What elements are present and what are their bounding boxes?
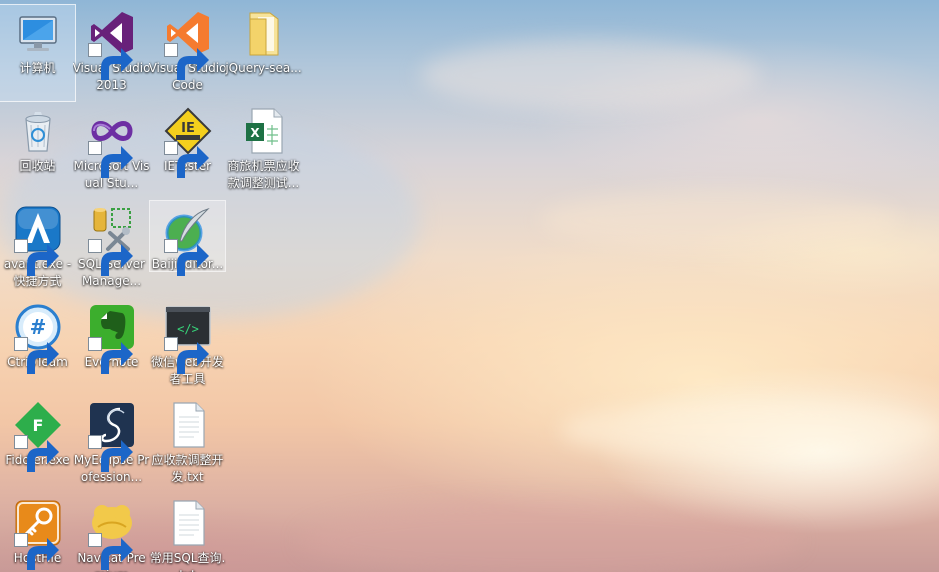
desktop-icon-myeclipse[interactable]: MyEclipse Profession... [74,397,149,493]
shortcut-arrow-icon [87,533,133,570]
shortcut-arrow-icon [163,141,209,178]
shortcut-arrow-icon [87,43,133,80]
shortcut-arrow-icon [163,239,209,276]
desktop-icon-wechat-devtools[interactable]: </> 微信web开发者工具 [150,299,225,395]
shortcut-arrow-icon [13,533,59,570]
wallpaper-cloud [540,190,900,250]
desktop-icon-label: 商旅机票应收款调整测试... [227,159,300,190]
shortcut-arrow-icon [87,141,133,178]
desktop-icon-label: 常用SQL查询.txt [149,551,226,572]
desktop-icon-fiddler[interactable]: F Fiddler.exe [0,397,75,493]
desktop-icon-computer[interactable]: 计算机 [0,4,76,102]
desktop-icon-visual-studio-2013[interactable]: Visual Studio 2013 [73,5,150,101]
shortcut-arrow-icon [13,337,59,374]
shortcut-arrow-icon [87,337,133,374]
recycle-bin-icon [24,112,51,152]
desktop-icon-jquery-folder[interactable]: jQuery-sea... [225,5,302,101]
desktop-icon-sql-txt-file[interactable]: 常用SQL查询.txt [150,495,225,572]
svg-text:IE: IE [181,121,195,136]
shortcut-arrow-icon [87,239,133,276]
desktop-icon-vscode[interactable]: Visual Studio Code [149,5,226,101]
desktop-icon-microsoft-visual-studio[interactable]: Microsoft Visual Stu... [74,103,149,199]
shortcut-arrow-icon [163,337,209,374]
wallpaper-cloud [420,40,760,110]
desktop-icon-evernote[interactable]: Evernote [74,299,149,395]
desktop-icon-recycle-bin[interactable]: 回收站 [0,103,75,199]
wallpaper-cloud [300,500,800,572]
desktop[interactable]: 计算机 回收站 avant.exe - 快捷方式 # CtripTeam F F… [0,0,939,572]
desktop-icon-ietester[interactable]: IE IETester [150,103,225,199]
desktop-icon-navicat[interactable]: Navicat Premium [74,495,149,572]
desktop-icon-ctripteam[interactable]: # CtripTeam [0,299,75,395]
desktop-icon-hostfile[interactable]: HostFile [0,495,75,572]
computer-icon [18,16,57,51]
shortcut-arrow-icon [87,435,133,472]
excel-file-icon: X [245,108,283,154]
desktop-icon-label: 计算机 [19,61,56,75]
desktop-icon-baiji-editor[interactable]: BaijiEditor... [149,200,226,276]
desktop-icon-avant[interactable]: avant.exe - 快捷方式 [0,201,75,297]
desktop-icon-sql-server[interactable]: SQL Server Manage... [74,201,149,297]
desktop-icon-txt-file[interactable]: 应收款调整开发.txt [150,397,225,493]
shortcut-arrow-icon [13,239,59,276]
text-file-icon [172,500,205,546]
svg-text:#: # [29,315,46,339]
desktop-icon-label: 回收站 [19,159,56,173]
desktop-icon-label: 应收款调整开发.txt [151,453,224,484]
svg-text:</>: </> [177,322,199,336]
text-file-icon [172,402,205,448]
shortcut-arrow-icon [13,435,59,472]
svg-text:X: X [250,126,260,140]
folder-icon [249,12,278,56]
desktop-icon-excel-file[interactable]: X 商旅机票应收款调整测试... [226,103,301,199]
desktop-icon-label: jQuery-sea... [225,61,302,75]
svg-text:F: F [32,416,43,435]
shortcut-arrow-icon [163,43,209,80]
wallpaper-cloud [560,400,939,460]
